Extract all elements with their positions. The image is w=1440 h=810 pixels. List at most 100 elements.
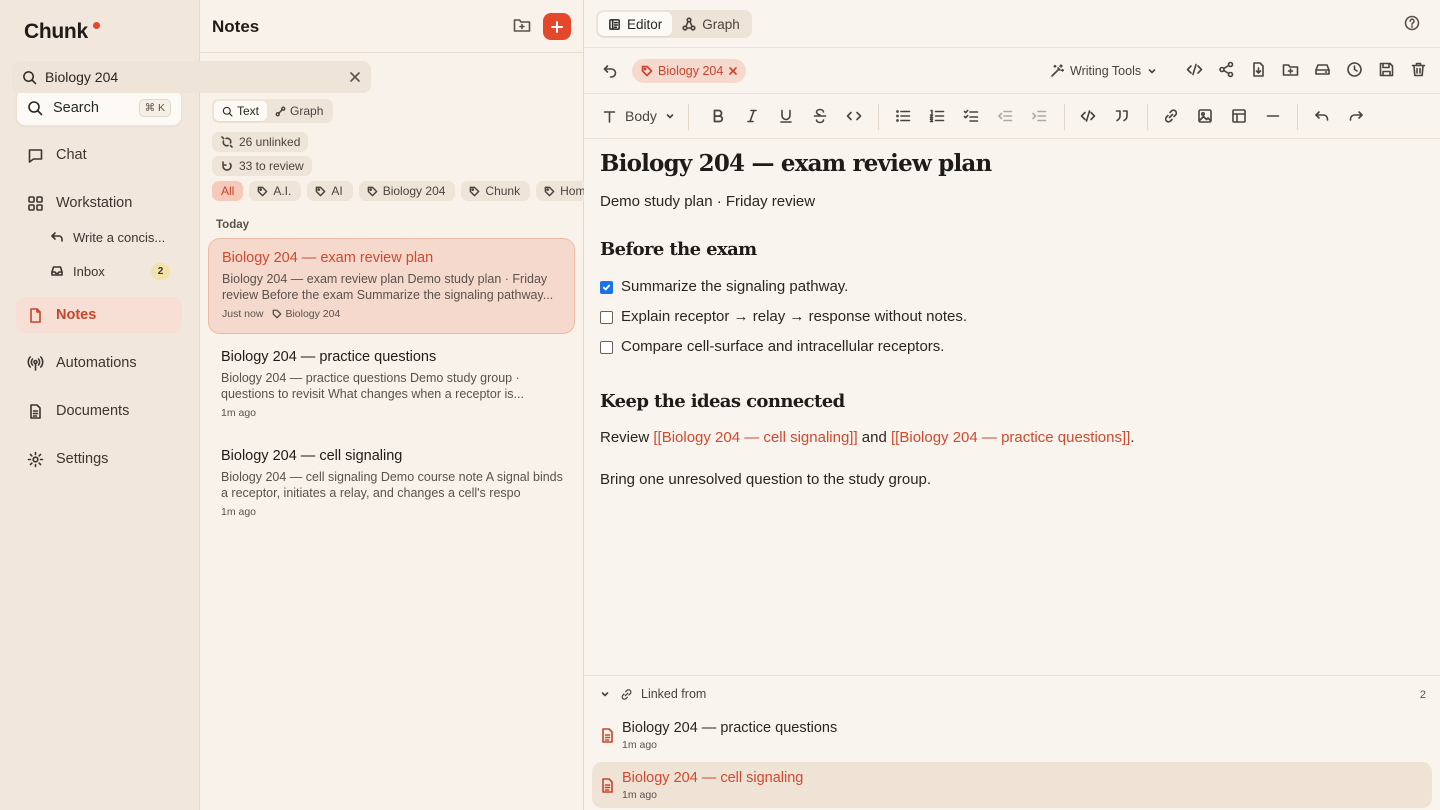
divider <box>200 52 583 53</box>
backlink-item[interactable]: Biology 204 — practice questions 1m ago <box>592 712 1432 758</box>
sidebar-item-notes[interactable]: Notes <box>16 297 182 333</box>
divider <box>584 47 1440 48</box>
app-logo[interactable]: Chunk <box>24 20 100 44</box>
history-button[interactable] <box>1338 61 1370 78</box>
backlinks-panel: Linked from 2 Biology 204 — practice que… <box>584 675 1440 810</box>
tag-filter[interactable]: Chunk <box>461 181 531 201</box>
link-button[interactable] <box>1163 108 1179 124</box>
back-button[interactable] <box>602 62 618 78</box>
writing-tools-menu[interactable]: Writing Tools <box>1050 60 1157 82</box>
outdent-button[interactable] <box>997 108 1013 124</box>
sidebar-item-workstation[interactable]: Workstation <box>16 185 182 221</box>
search-shortcut: ⌘ K <box>138 98 171 117</box>
workstation-item-draft[interactable]: Write a concis... <box>50 224 180 250</box>
tag-label: A.I. <box>273 184 292 198</box>
wiki-link[interactable]: [[Biology 204 — cell signaling]] <box>653 429 857 446</box>
redo-button[interactable] <box>1348 108 1364 124</box>
note-title: Biology 204 — practice questions <box>221 349 437 365</box>
note-title: Biology 204 — cell signaling <box>221 448 403 464</box>
note-snippet: Biology 204 — cell signaling Demo course… <box>221 470 563 500</box>
checkbox[interactable] <box>600 341 613 354</box>
broadcast-icon <box>27 355 44 372</box>
review-filter[interactable]: 33 to review <box>212 156 312 176</box>
unlinked-filter[interactable]: 26 unlinked <box>212 132 309 152</box>
undo-button[interactable] <box>1314 108 1330 124</box>
sidebar-item-chat[interactable]: Chat <box>16 137 182 173</box>
tag-filter[interactable]: A.I. <box>249 181 302 201</box>
quote-button[interactable] <box>1114 108 1130 124</box>
sidebar-item-settings[interactable]: Settings <box>16 441 182 477</box>
insert-image-button[interactable] <box>1197 108 1213 124</box>
numbered-list-icon <box>929 108 945 124</box>
block-style-select[interactable]: Body <box>602 108 675 124</box>
strikethrough-button[interactable] <box>812 108 828 124</box>
insert-table-button[interactable] <box>1231 108 1247 124</box>
tag-filter-all[interactable]: All <box>212 181 244 201</box>
note-tag-chip[interactable]: Biology 204 <box>632 59 747 83</box>
underline-button[interactable] <box>778 108 794 124</box>
indent-button[interactable] <box>1031 108 1047 124</box>
sidebar-item-automations[interactable]: Automations <box>16 345 182 381</box>
notes-search-input[interactable] <box>45 69 349 85</box>
note-list-item-active[interactable]: Biology 204 — exam review plan Biology 2… <box>208 238 575 334</box>
help-button[interactable] <box>1404 15 1420 31</box>
tag-label: AI <box>331 184 343 198</box>
sidebar-item-label: Notes <box>56 307 97 323</box>
move-to-folder-button[interactable] <box>1274 61 1306 78</box>
delete-button[interactable] <box>1402 61 1434 78</box>
task-item: Explain receptor → relay → response with… <box>600 301 1420 331</box>
italic-icon <box>744 108 760 124</box>
wiki-link[interactable]: [[Biology 204 — practice questions]] <box>891 429 1130 446</box>
plus-icon <box>550 20 564 34</box>
clear-search-icon[interactable] <box>349 71 361 83</box>
section-heading: Keep the ideas connected <box>600 391 845 412</box>
new-folder-button[interactable] <box>512 15 534 37</box>
bullet-list-button[interactable] <box>895 108 911 124</box>
note-document[interactable]: Biology 204 — exam review plan Demo stud… <box>600 150 1420 488</box>
archive-icon <box>1314 61 1331 78</box>
link-icon <box>1163 108 1179 124</box>
tag-icon <box>544 186 555 197</box>
horizontal-rule-button[interactable] <box>1265 108 1281 124</box>
app-sidebar: Chunk Search ⌘ K Chat Workstation Write … <box>0 0 200 810</box>
export-button[interactable] <box>1242 61 1274 78</box>
backlink-item-selected[interactable]: Biology 204 — cell signaling 1m ago <box>592 762 1432 808</box>
tag-filter[interactable]: Home B <box>536 181 584 201</box>
notes-search-field[interactable] <box>12 61 371 93</box>
share-button[interactable] <box>1210 61 1242 78</box>
checklist-button[interactable] <box>963 108 979 124</box>
save-button[interactable] <box>1370 61 1402 78</box>
checkbox[interactable] <box>600 311 613 324</box>
unlinked-count: 26 unlinked <box>239 135 301 149</box>
search-mode-text[interactable]: Text <box>214 101 268 121</box>
tab-editor[interactable]: Editor <box>598 12 673 36</box>
bold-button[interactable] <box>710 108 726 124</box>
sidebar-item-documents[interactable]: Documents <box>16 393 182 429</box>
text-style-icon <box>602 109 617 124</box>
note-list-item[interactable]: Biology 204 — cell signaling Biology 204… <box>208 437 575 529</box>
tab-graph[interactable]: Graph <box>672 12 750 36</box>
remove-tag-icon[interactable] <box>728 66 738 76</box>
tag-filter[interactable]: Biology 204 <box>358 181 456 201</box>
document-icon <box>27 403 44 420</box>
checkbox-checked[interactable] <box>600 281 613 294</box>
workstation-item-inbox[interactable]: Inbox 2 <box>50 258 180 284</box>
code-block-button[interactable] <box>1080 108 1096 124</box>
archive-button[interactable] <box>1306 61 1338 78</box>
graph-icon <box>275 106 286 117</box>
global-search-button[interactable]: Search ⌘ K <box>16 89 182 126</box>
note-actions-toolbar <box>1178 61 1434 78</box>
note-time: 1m ago <box>221 407 257 419</box>
note-list-item[interactable]: Biology 204 — practice questions Biology… <box>208 338 575 430</box>
undo-icon <box>1314 108 1330 124</box>
search-icon <box>222 106 233 117</box>
inline-code-button[interactable] <box>846 108 862 124</box>
numbered-list-button[interactable] <box>929 108 945 124</box>
backlinks-toggle[interactable]: Linked from <box>600 687 706 701</box>
search-mode-graph[interactable]: Graph <box>267 101 331 121</box>
tag-filter[interactable]: AI <box>307 181 353 201</box>
new-note-button[interactable] <box>543 13 571 40</box>
code-view-button[interactable] <box>1178 61 1210 78</box>
italic-button[interactable] <box>744 108 760 124</box>
toolbar-divider <box>1297 104 1298 130</box>
